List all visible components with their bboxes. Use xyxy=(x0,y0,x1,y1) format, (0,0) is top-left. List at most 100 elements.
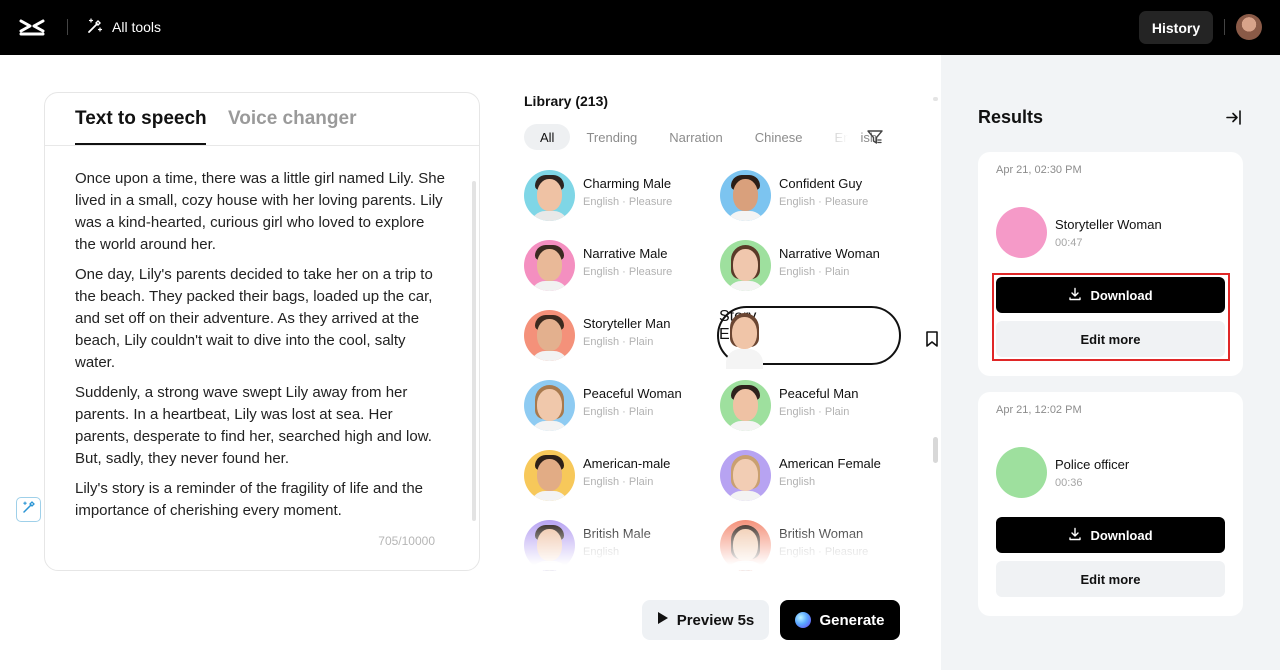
voice-meta: English · Plain xyxy=(779,266,850,278)
script-paragraph: One day, Lily's parents decided to take … xyxy=(75,266,433,371)
top-bar: All tools History xyxy=(0,0,1280,55)
voice-avatar xyxy=(524,170,575,221)
active-tab-underline xyxy=(75,143,206,145)
text-editor-card: Text to speech Voice changer Once upon a… xyxy=(44,92,480,571)
filter-narration[interactable]: Narration xyxy=(653,124,738,150)
voice-meta: English · Plain xyxy=(583,406,654,418)
library-scrollbar[interactable] xyxy=(933,437,938,463)
all-tools-label: All tools xyxy=(112,19,162,35)
avatar-face xyxy=(733,459,758,491)
voice-name: Confident Guy xyxy=(779,176,863,191)
avatar-face xyxy=(732,317,757,349)
voice-avatar xyxy=(524,310,575,361)
edit-more-button[interactable]: Edit more xyxy=(996,561,1225,597)
voice-name: American-male xyxy=(583,456,671,471)
voice-card-hovered[interactable]: Story Engli xyxy=(717,306,972,369)
ai-write-button[interactable] xyxy=(16,497,41,522)
voice-avatar xyxy=(720,240,771,291)
voice-avatar xyxy=(524,240,575,291)
voice-card[interactable]: American Female English xyxy=(720,449,900,503)
voice-list-fade xyxy=(510,520,920,570)
download-button[interactable]: Download xyxy=(996,517,1225,553)
voice-avatar xyxy=(524,380,575,431)
voice-avatar xyxy=(720,380,771,431)
download-icon xyxy=(1068,287,1082,304)
avatar-body xyxy=(727,281,764,291)
avatar-face xyxy=(733,389,758,421)
voice-card[interactable]: Peaceful Man English · Plain xyxy=(720,379,900,433)
history-button[interactable]: History xyxy=(1139,11,1213,44)
filter-all[interactable]: All xyxy=(524,124,571,150)
voice-name: Peaceful Man xyxy=(779,386,859,401)
avatar-body xyxy=(727,211,764,221)
library-scroll-top xyxy=(933,97,938,101)
topbar-divider xyxy=(67,19,68,35)
result-date: Apr 21, 12:02 PM xyxy=(996,404,1082,416)
filter-icon[interactable] xyxy=(866,128,884,146)
avatar-body xyxy=(726,349,763,369)
generate-button[interactable]: Generate xyxy=(780,600,900,640)
capcut-logo-icon[interactable] xyxy=(18,15,46,41)
download-label: Download xyxy=(1090,287,1153,303)
download-icon xyxy=(1068,527,1082,544)
voice-avatar xyxy=(720,170,771,221)
avatar-body xyxy=(531,211,568,221)
voice-card[interactable]: Narrative Woman English · Plain xyxy=(720,239,900,293)
filter-chinese[interactable]: Chinese xyxy=(739,124,819,150)
avatar-face xyxy=(537,249,562,281)
avatar-body xyxy=(727,421,764,431)
avatar-face xyxy=(537,459,562,491)
voice-name: Charming Male xyxy=(583,176,672,191)
voice-avatar xyxy=(720,450,771,501)
script-paragraph: Once upon a time, there was a little gir… xyxy=(75,170,445,253)
voice-meta: English · Plain xyxy=(779,406,850,418)
all-tools-button[interactable]: All tools xyxy=(86,15,161,39)
editor-scrollbar[interactable] xyxy=(472,181,476,521)
results-panel: Results Apr 21, 02:30 PM Storyteller Wom… xyxy=(941,55,1280,670)
result-date: Apr 21, 02:30 PM xyxy=(996,164,1082,176)
download-label: Download xyxy=(1090,527,1153,543)
voice-meta: English · Pleasure xyxy=(583,266,673,278)
result-avatar xyxy=(996,207,1047,258)
voice-card[interactable]: Storyteller Man English · Plain xyxy=(524,309,704,363)
avatar-body xyxy=(727,491,764,501)
result-card: Apr 21, 12:02 PM Police officer 00:36 Do… xyxy=(978,392,1243,616)
voice-card[interactable]: Narrative Male English · Pleasure xyxy=(524,239,704,293)
edit-more-button[interactable]: Edit more xyxy=(996,321,1225,357)
voice-avatar xyxy=(524,450,575,501)
bookmark-icon[interactable] xyxy=(924,330,940,348)
play-icon xyxy=(657,611,669,629)
avatar-face xyxy=(537,179,562,211)
avatar-face xyxy=(537,319,562,351)
collapse-panel-icon[interactable] xyxy=(1225,109,1242,126)
topbar-divider xyxy=(1224,19,1225,35)
hover-actions xyxy=(812,310,972,361)
generate-orb-icon xyxy=(795,612,812,628)
avatar-face xyxy=(733,179,758,211)
script-paragraph: Suddenly, a strong wave swept Lily away … xyxy=(75,384,432,467)
voice-card[interactable]: Confident Guy English · Pleasure xyxy=(720,169,900,223)
avatar-body xyxy=(531,281,568,291)
voice-meta: English · Pleasure xyxy=(583,196,673,208)
results-title: Results xyxy=(978,107,1044,127)
avatar-body xyxy=(531,491,568,501)
result-voice-name: Police officer xyxy=(1055,457,1130,472)
voice-meta: English xyxy=(779,476,816,488)
character-counter: 705/10000 xyxy=(378,534,435,548)
download-button[interactable]: Download xyxy=(996,277,1225,313)
result-voice-name: Storyteller Woman xyxy=(1055,217,1162,232)
generate-label: Generate xyxy=(819,611,885,629)
tab-text-to-speech[interactable]: Text to speech xyxy=(75,108,207,130)
preview-button[interactable]: Preview 5s xyxy=(642,600,769,640)
voice-name: American Female xyxy=(779,456,881,471)
script-textarea[interactable]: Once upon a time, there was a little gir… xyxy=(75,168,447,530)
voice-card[interactable]: Charming Male English · Pleasure xyxy=(524,169,704,223)
voice-card[interactable]: American-male English · Plain xyxy=(524,449,704,503)
voice-meta: English · Plain xyxy=(583,476,654,488)
user-avatar[interactable] xyxy=(1236,14,1262,40)
voice-meta: English · Pleasure xyxy=(779,196,869,208)
avatar-body xyxy=(531,351,568,361)
tab-voice-changer[interactable]: Voice changer xyxy=(228,108,356,130)
filter-trending[interactable]: Trending xyxy=(570,124,653,150)
voice-card[interactable]: Peaceful Woman English · Plain xyxy=(524,379,704,433)
